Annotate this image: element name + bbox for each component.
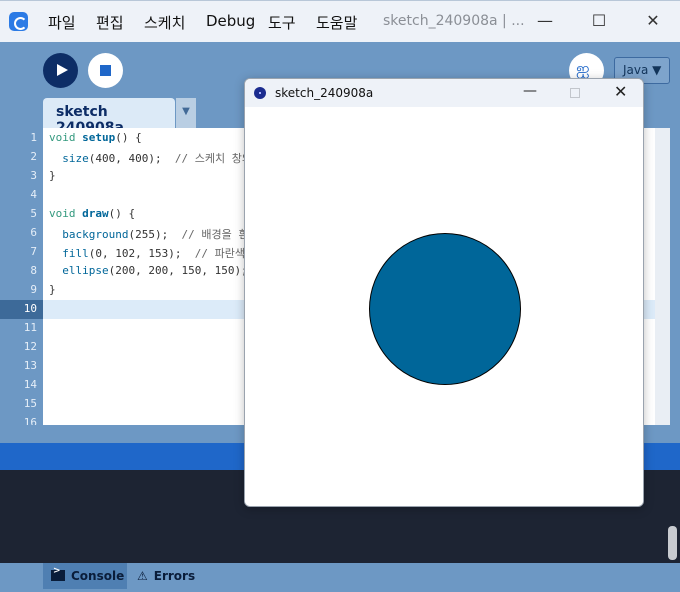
console-tab-label: Console bbox=[71, 569, 125, 583]
line-number: 6 bbox=[30, 226, 37, 239]
sketch-title-bar: sketch_240908a — ✕ bbox=[245, 79, 643, 107]
line-number: 1 bbox=[30, 131, 37, 144]
stop-button[interactable] bbox=[88, 53, 123, 88]
console-scrollbar[interactable] bbox=[668, 526, 677, 560]
tab-menu-button[interactable]: ▼ bbox=[176, 98, 196, 128]
code-line: } bbox=[49, 169, 56, 182]
tab-console[interactable]: Console bbox=[43, 563, 127, 589]
menu-tools[interactable]: 도구 bbox=[268, 12, 296, 33]
code-text: (200, 200, 150, 150); bbox=[108, 264, 248, 277]
line-number: 3 bbox=[30, 169, 37, 182]
code-text: (400, 400); bbox=[88, 152, 162, 165]
editor-scrollbar[interactable] bbox=[655, 128, 670, 425]
code-line: ellipse(200, 200, 150, 150); / bbox=[49, 264, 267, 277]
title-bar: 파일 편집 스케치 Debug 도구 도움말 sketch_240908a | … bbox=[0, 0, 680, 42]
line-number: 16 bbox=[23, 416, 37, 425]
line-number: 11 bbox=[23, 321, 37, 334]
builtin: fill bbox=[62, 247, 89, 260]
menu-file[interactable]: 파일 bbox=[48, 12, 76, 33]
run-button[interactable] bbox=[43, 53, 78, 88]
line-number: 5 bbox=[30, 207, 37, 220]
line-number: 12 bbox=[23, 340, 37, 353]
window-title: sketch_240908a | ... bbox=[383, 13, 525, 29]
code-comment: // 스케치 창의 bbox=[174, 152, 252, 165]
function-name: setup bbox=[82, 131, 116, 144]
code-line: void draw() { bbox=[49, 207, 135, 220]
builtin: size bbox=[62, 152, 89, 165]
code-text: () { bbox=[115, 131, 142, 144]
keyword: void bbox=[49, 131, 76, 144]
code-text: (0, 102, 153); bbox=[88, 247, 182, 260]
minimize-icon[interactable]: — bbox=[523, 83, 537, 99]
sketch-window: sketch_240908a — ✕ bbox=[244, 78, 644, 507]
code-line: background(255); // 배경을 흰 bbox=[49, 226, 248, 242]
line-number: 7 bbox=[30, 245, 37, 258]
close-icon[interactable]: ✕ bbox=[614, 82, 627, 101]
code-line: } bbox=[49, 283, 56, 296]
line-number: 14 bbox=[23, 378, 37, 391]
builtin: ellipse bbox=[62, 264, 109, 277]
maximize-icon bbox=[570, 88, 580, 98]
menu-sketch[interactable]: 스케치 bbox=[144, 12, 185, 33]
line-number: 2 bbox=[30, 150, 37, 163]
menu-debug[interactable]: Debug bbox=[206, 12, 255, 30]
code-line: size(400, 400); // 스케치 창의 bbox=[49, 150, 252, 166]
warning-icon: ⚠ bbox=[137, 569, 148, 583]
line-number: 15 bbox=[23, 397, 37, 410]
line-number-current: 10 bbox=[23, 302, 37, 315]
menu-edit[interactable]: 편집 bbox=[96, 12, 124, 33]
menu-help[interactable]: 도움말 bbox=[316, 12, 357, 33]
sketch-window-title: sketch_240908a bbox=[275, 86, 374, 100]
line-number: 9 bbox=[30, 283, 37, 296]
line-number: 13 bbox=[23, 359, 37, 372]
tab-sketch[interactable]: sketch 240908a bbox=[43, 98, 175, 136]
line-number: 8 bbox=[30, 264, 37, 277]
code-line: fill(0, 102, 153); // 파란색으 bbox=[49, 245, 255, 261]
code-text: () { bbox=[108, 207, 136, 220]
sketch-app-icon bbox=[254, 87, 266, 99]
errors-tab-label: Errors bbox=[153, 569, 196, 583]
processing-app-icon bbox=[9, 12, 28, 31]
code-comment: // 배경을 흰 bbox=[181, 228, 249, 241]
console-icon bbox=[51, 566, 65, 581]
line-number: 4 bbox=[30, 188, 37, 201]
code-text: (255); bbox=[128, 228, 169, 241]
function-name: draw bbox=[82, 207, 109, 220]
close-icon[interactable]: ✕ bbox=[643, 11, 663, 30]
builtin: background bbox=[62, 228, 129, 241]
tab-errors[interactable]: ⚠ Errors bbox=[137, 563, 217, 589]
keyword: void bbox=[49, 207, 76, 220]
sketch-canvas[interactable] bbox=[245, 107, 643, 506]
code-line: void setup() { bbox=[49, 131, 142, 144]
blue-ellipse bbox=[369, 233, 521, 385]
maximize-icon[interactable]: ☐ bbox=[589, 11, 609, 30]
minimize-icon[interactable]: — bbox=[535, 11, 555, 30]
